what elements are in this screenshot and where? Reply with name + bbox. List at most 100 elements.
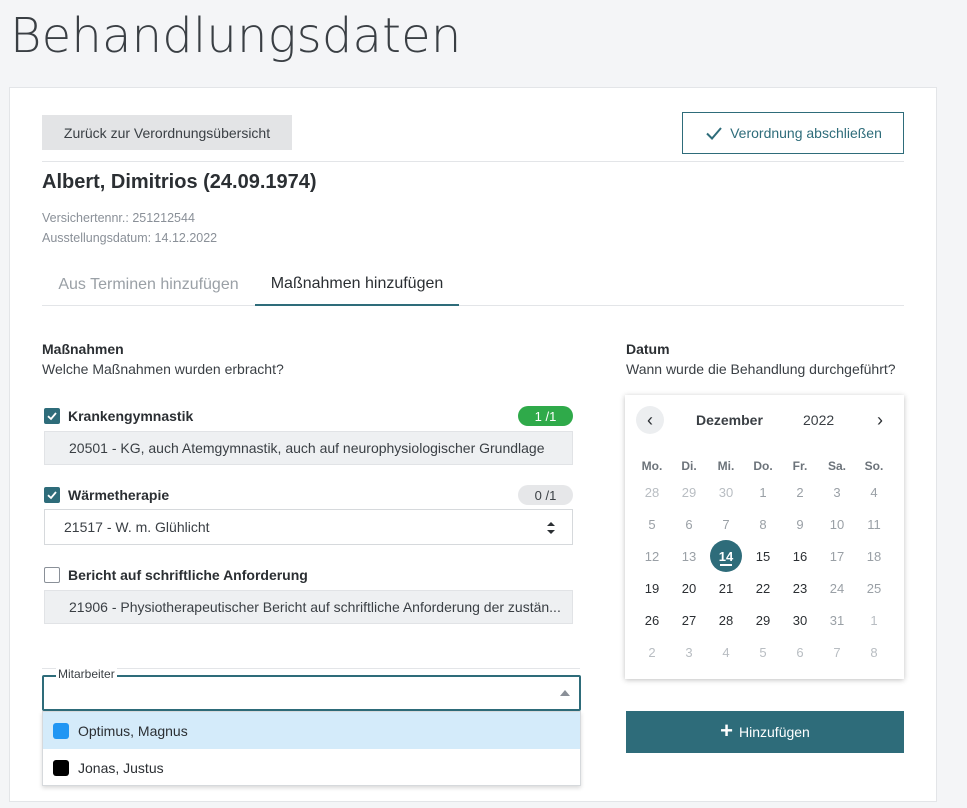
employee-legend: Mitarbeiter	[56, 667, 117, 681]
calendar-day[interactable]: 5	[636, 508, 668, 540]
calendar-day[interactable]: 24	[821, 572, 853, 604]
plus-icon: +	[720, 718, 734, 743]
add-button[interactable]: + Hinzufügen	[626, 711, 904, 753]
measure-item-bericht[interactable]: Bericht auf schriftliche Anforderung	[44, 567, 308, 583]
calendar-day[interactable]: 27	[673, 604, 705, 636]
calendar-year[interactable]: 2022	[803, 412, 834, 428]
calendar-day[interactable]: 7	[821, 636, 853, 668]
weekday-label: Fr.	[792, 459, 808, 473]
calendar-day[interactable]: 1	[858, 604, 890, 636]
calendar-day[interactable]: 12	[636, 540, 668, 572]
caret-up-icon[interactable]	[560, 690, 570, 696]
calendar-day[interactable]: 31	[821, 604, 853, 636]
measure-code-field: 21906 - Physiotherapeutischer Bericht au…	[44, 590, 573, 624]
calendar-day[interactable]: 18	[858, 540, 890, 572]
add-button-label: Hinzufügen	[739, 724, 810, 740]
calendar-day[interactable]: 10	[821, 508, 853, 540]
calendar-day[interactable]: 4	[858, 476, 890, 508]
weekday-label: Di.	[681, 459, 697, 473]
calendar-day[interactable]: 23	[784, 572, 816, 604]
measure-item-krankengymnastik[interactable]: Krankengymnastik	[44, 408, 193, 424]
tab-bar: Aus Terminen hinzufügen Maßnahmen hinzuf…	[42, 264, 904, 306]
calendar-day[interactable]: 26	[636, 604, 668, 636]
count-badge: 1 /1	[518, 406, 573, 426]
calendar-day[interactable]: 1	[747, 476, 779, 508]
calendar-day[interactable]: 15	[747, 540, 779, 572]
calendar-day[interactable]: 13	[673, 540, 705, 572]
checkbox-checked-icon[interactable]	[44, 408, 60, 424]
calendar-day[interactable]: 28	[636, 476, 668, 508]
calendar-day[interactable]: 30	[784, 604, 816, 636]
tab-add-from-appointments[interactable]: Aus Terminen hinzufügen	[42, 264, 255, 306]
calendar-day[interactable]: 8	[858, 636, 890, 668]
calendar-day[interactable]: 2	[636, 636, 668, 668]
measures-title: Maßnahmen	[42, 341, 124, 357]
employee-divider	[42, 668, 580, 669]
color-swatch-icon	[53, 759, 69, 776]
calendar-day[interactable]: 3	[673, 636, 705, 668]
employee-option-label: Jonas, Justus	[78, 759, 164, 776]
measure-item-waermetherapie[interactable]: Wärmetherapie	[44, 487, 169, 503]
date-subtitle: Wann wurde die Behandlung durchgeführt?	[626, 361, 896, 377]
calendar-day[interactable]: 28	[710, 604, 742, 636]
measure-label: Wärmetherapie	[68, 487, 170, 503]
employee-option-label: Optimus, Magnus	[78, 722, 188, 739]
weekday-label: Mo.	[641, 459, 663, 473]
calendar-day[interactable]: 8	[747, 508, 779, 540]
calendar-day[interactable]: 9	[784, 508, 816, 540]
date-picker: ‹ Dezember 2022 › Mo. Di. Mi. Do. Fr. Sa. So. 2…	[625, 395, 904, 679]
checkbox-unchecked-icon[interactable]	[44, 567, 60, 583]
calendar-day[interactable]: 17	[821, 540, 853, 572]
calendar-day[interactable]: 14	[710, 540, 742, 572]
measure-label: Bericht auf schriftliche Anforderung	[68, 567, 308, 583]
chevron-left-icon[interactable]: ‹	[636, 406, 664, 434]
patient-name: Albert, Dimitrios (24.09.1974)	[42, 171, 317, 193]
header-divider	[42, 161, 904, 162]
measure-code-select-value: 21517 - W. m. Glühlicht	[64, 519, 210, 535]
measure-code-field: 20501 - KG, auch Atemgymnastik, auch auf…	[44, 431, 573, 465]
employee-dropdown: Optimus, Magnus Jonas, Justus	[42, 711, 581, 786]
calendar-day[interactable]: 11	[858, 508, 890, 540]
calendar-day[interactable]: 25	[858, 572, 890, 604]
tab-add-measures[interactable]: Maßnahmen hinzufügen	[255, 264, 459, 306]
count-badge: 0 /1	[518, 485, 573, 505]
calendar-day[interactable]: 29	[673, 476, 705, 508]
issue-date: Ausstellungsdatum: 14.12.2022	[42, 231, 218, 245]
calendar-day[interactable]: 5	[747, 636, 779, 668]
calendar-day[interactable]: 6	[784, 636, 816, 668]
calendar-day[interactable]: 21	[710, 572, 742, 604]
sort-arrows-icon	[547, 522, 555, 534]
calendar-day[interactable]: 16	[784, 540, 816, 572]
employee-select[interactable]	[42, 675, 581, 711]
calendar-month[interactable]: Dezember	[696, 412, 763, 428]
chevron-right-icon[interactable]: ›	[866, 406, 894, 434]
insurance-number: Versichertennr.: 251212544	[42, 211, 195, 225]
finish-prescription-label: Verordnung abschließen	[730, 125, 882, 141]
calendar-day[interactable]: 2	[784, 476, 816, 508]
color-swatch-icon	[53, 722, 69, 739]
finish-prescription-button[interactable]: Verordnung abschließen	[682, 112, 904, 154]
weekday-label: Sa.	[827, 459, 846, 473]
calendar-day[interactable]: 20	[673, 572, 705, 604]
date-title: Datum	[626, 341, 670, 357]
measure-code-select[interactable]: 21517 - W. m. Glühlicht	[44, 509, 573, 545]
employee-option[interactable]: Jonas, Justus	[43, 749, 580, 786]
calendar-day[interactable]: 22	[747, 572, 779, 604]
measures-subtitle: Welche Maßnahmen wurden erbracht?	[42, 361, 284, 377]
employee-option[interactable]: Optimus, Magnus	[43, 712, 580, 749]
checkbox-checked-icon[interactable]	[44, 487, 60, 503]
page-title: Behandlungsdaten	[10, 8, 462, 64]
calendar-day[interactable]: 6	[673, 508, 705, 540]
calendar-day[interactable]: 7	[710, 508, 742, 540]
calendar-day[interactable]: 3	[821, 476, 853, 508]
weekday-label: Mi.	[717, 459, 735, 473]
measure-label: Krankengymnastik	[68, 408, 194, 424]
weekday-label: Do.	[753, 459, 773, 473]
back-to-overview-button[interactable]: Zurück zur Verordnungsübersicht	[42, 115, 292, 150]
calendar-day[interactable]: 4	[710, 636, 742, 668]
checkmark-icon	[706, 127, 722, 140]
calendar-day[interactable]: 30	[710, 476, 742, 508]
calendar-day[interactable]: 19	[636, 572, 668, 604]
weekday-label: So.	[864, 459, 884, 473]
calendar-day[interactable]: 29	[747, 604, 779, 636]
